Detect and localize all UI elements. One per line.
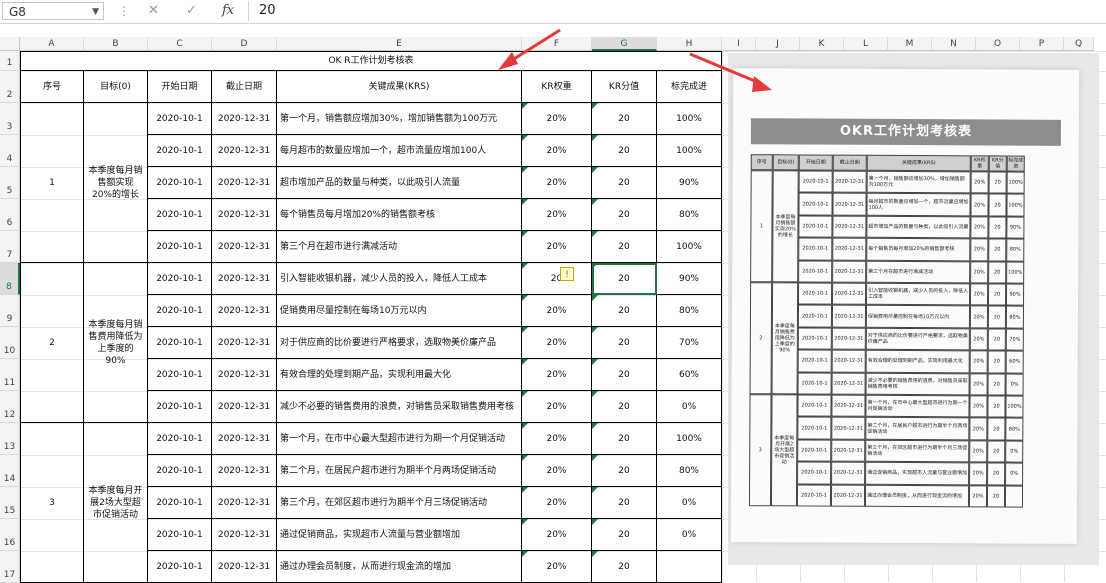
arrow-head-left (498, 52, 518, 70)
arrow-line-right (689, 52, 763, 86)
arrow-head-right (752, 76, 772, 92)
annotation-arrows (498, 28, 772, 92)
